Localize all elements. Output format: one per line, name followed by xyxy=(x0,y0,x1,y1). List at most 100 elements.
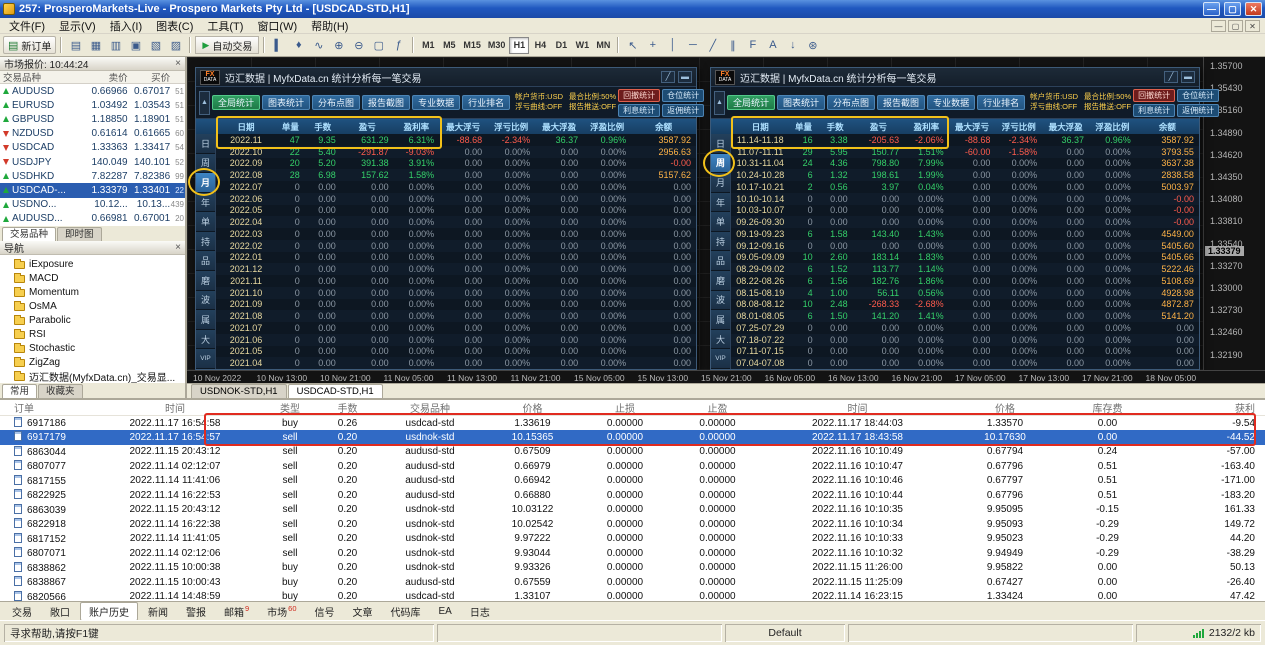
stat-side-tab-VIP[interactable]: VIP xyxy=(711,349,730,369)
stat-minimize-icon[interactable]: ▬ xyxy=(678,71,692,83)
navigator-item[interactable]: RSI xyxy=(0,327,185,341)
timeframe-d1[interactable]: D1 xyxy=(551,37,571,54)
channel-icon[interactable]: ∥ xyxy=(723,36,742,54)
stat-side-tab-日[interactable]: 日 xyxy=(196,134,215,154)
stat-button-1[interactable]: 仓位统计 xyxy=(662,88,705,102)
stat-row[interactable]: 09.26-09.30 0 0.00 0.00 0.00% 0.00 0.00% 0.00 0.… xyxy=(731,216,1199,228)
restore-button[interactable]: ▢ xyxy=(1224,2,1241,16)
stat-button-0[interactable]: 回撤统计 xyxy=(1133,88,1176,102)
stat-row[interactable]: 2021.04 0 0.00 0.00 0.00% 0.00 0.00% 0.00 0.00% 0… xyxy=(216,357,696,369)
terminal-tab-1[interactable]: 敞口 xyxy=(42,603,78,620)
stat-row[interactable]: 2021.08 0 0.00 0.00 0.00% 0.00 0.00% 0.00 0.00% 0… xyxy=(216,310,696,322)
stat-row[interactable]: 2022.05 0 0.00 0.00 0.00% 0.00 0.00% 0.00 0.00% 0… xyxy=(216,205,696,217)
stat-chart-icon[interactable]: ╱ xyxy=(1164,71,1178,83)
timeframe-m30[interactable]: M30 xyxy=(485,37,509,54)
stat-tab-1[interactable]: 图表统计 xyxy=(262,95,311,110)
terminal-tab-8[interactable]: 文章 xyxy=(345,603,381,620)
stat-row[interactable]: 07.11-07.15 0 0.00 0.00 0.00% 0.00 0.00% 0.00 0.… xyxy=(731,346,1199,358)
stat-row[interactable]: 10.24-10.28 6 1.32 198.61 1.99% 0.00 0.00% 0.00… xyxy=(731,169,1199,181)
text-label-icon[interactable]: A xyxy=(763,36,782,54)
history-row[interactable]: 6917179 2022.11.17 16:54:57 sell 0.20 usdnok… xyxy=(0,430,1265,445)
child-minimize-button[interactable]: — xyxy=(1211,19,1226,32)
terminal-tab-5[interactable]: 邮箱9 xyxy=(216,603,257,620)
stat-side-tab-日[interactable]: 日 xyxy=(711,134,730,154)
navigator-item[interactable]: iExposure xyxy=(0,257,185,271)
stat-side-tab-单[interactable]: 单 xyxy=(711,212,730,232)
market-watch-row[interactable]: AUDUSD... 0.66981 0.67001 20 xyxy=(0,212,185,226)
history-col-6[interactable]: 止损 xyxy=(580,400,670,416)
stat-button-0[interactable]: 回撤统计 xyxy=(618,88,661,102)
timeframe-m15[interactable]: M15 xyxy=(460,37,484,54)
terminal-tab-6[interactable]: 市场60 xyxy=(259,603,304,620)
market-watch-row[interactable]: USDCAD-... 1.33379 1.33401 22 xyxy=(0,183,185,198)
navigator-item[interactable]: 迈汇数据(MyfxData.cn)_交易显... xyxy=(0,369,185,383)
navigator-item[interactable]: Parabolic xyxy=(0,313,185,327)
zoom-in-icon[interactable]: ⊕ xyxy=(329,36,348,54)
arrows-icon[interactable]: ↓ xyxy=(783,36,802,54)
stat-side-tab-年[interactable]: 年 xyxy=(711,192,730,213)
history-col-3[interactable]: 手数 xyxy=(320,400,375,416)
stat-button-2[interactable]: 利息统计 xyxy=(618,103,661,117)
child-restore-button[interactable]: ▢ xyxy=(1228,19,1243,32)
stat-row[interactable]: 2022.10 22 5.40 -291.87 -9.03% 0.00 0.00% 0.00 0… xyxy=(216,145,696,158)
stat-button-3[interactable]: 返佣统计 xyxy=(662,103,705,117)
stat-side-tab-持[interactable]: 持 xyxy=(711,231,730,252)
stat-side-tab-周[interactable]: 周 xyxy=(196,153,215,174)
stat-row[interactable]: 2021.12 0 0.00 0.00 0.00% 0.00 0.00% 0.00 0.00% 0… xyxy=(216,263,696,275)
terminal-tab-2[interactable]: 账户历史 xyxy=(80,601,138,621)
stat-tab-4[interactable]: 专业数据 xyxy=(927,95,976,110)
stat-tab-5[interactable]: 行业排名 xyxy=(462,95,511,110)
stat-row[interactable]: 10.17-10.21 2 0.56 3.97 0.04% 0.00 0.00% 0.00 0.… xyxy=(731,181,1199,193)
terminal-tab-3[interactable]: 新闻 xyxy=(140,603,176,620)
stat-row[interactable]: 08.08-08.12 10 2.48 -268.33 -2.68% 0.00 0.00% 0… xyxy=(731,299,1199,311)
stat-tab-5[interactable]: 行业排名 xyxy=(977,95,1026,110)
stat-side-tab-属[interactable]: 属 xyxy=(196,310,215,330)
history-row[interactable]: 6917186 2022.11.17 16:54:58 buy 0.26 usdcad-… xyxy=(0,416,1265,431)
stat-side-tab-大[interactable]: 大 xyxy=(711,329,730,350)
history-col-0[interactable]: 订单 xyxy=(0,400,90,416)
stat-row[interactable]: 07.04-07.08 0 0.00 0.00 0.00% 0.00 0.00% 0.00 0.… xyxy=(731,357,1199,369)
child-close-button[interactable]: ✕ xyxy=(1245,19,1260,32)
stat-row[interactable]: 08.29-09.02 6 1.52 113.77 1.14% 0.00 0.00% 0.00… xyxy=(731,263,1199,275)
timeframe-h1[interactable]: H1 xyxy=(509,36,530,54)
history-col-7[interactable]: 止盈 xyxy=(670,400,765,416)
tab-scroll-up-icon[interactable]: ▲ xyxy=(714,90,725,115)
stat-tab-0[interactable]: 全局统计 xyxy=(212,95,261,110)
stat-side-tab-月[interactable]: 月 xyxy=(711,173,730,193)
history-col-2[interactable]: 类型 xyxy=(260,400,320,416)
stat-row[interactable]: 11.07-11.11 29 5.95 150.77 1.51% -60.00 -1.58%… xyxy=(731,145,1199,158)
chart-area[interactable]: 1.35700 1.35430 1.35160 1.34890 1.34620 1.343… xyxy=(187,57,1265,398)
navigator-item[interactable]: ZigZag xyxy=(0,355,185,369)
stat-row[interactable]: 2022.06 0 0.00 0.00 0.00% 0.00 0.00% 0.00 0.00% 0… xyxy=(216,192,696,205)
stat-tab-3[interactable]: 报告截图 xyxy=(362,95,411,110)
stat-side-tab-波[interactable]: 波 xyxy=(196,290,215,311)
stat-row[interactable]: 2021.07 0 0.00 0.00 0.00% 0.00 0.00% 0.00 0.00% 0… xyxy=(216,322,696,334)
market-watch-row[interactable]: USDNO... 10.12... 10.13... 439 xyxy=(0,198,185,212)
trendline-icon[interactable]: ╱ xyxy=(703,36,722,54)
terminal-tab-4[interactable]: 警报 xyxy=(178,603,214,620)
chart-tab-1[interactable]: USDCAD-STD,H1 xyxy=(287,384,383,398)
tile-windows-icon[interactable]: ▢ xyxy=(369,36,388,54)
stat-row[interactable]: 2022.03 0 0.00 0.00 0.00% 0.00 0.00% 0.00 0.00% 0… xyxy=(216,228,696,240)
market-watch-tab-0[interactable]: 交易品种 xyxy=(2,227,57,241)
stat-row[interactable]: 07.25-07.29 0 0.00 0.00 0.00% 0.00 0.00% 0.00 0.… xyxy=(731,322,1199,334)
fibonacci-icon[interactable]: F xyxy=(743,36,762,54)
terminal-tab-10[interactable]: EA xyxy=(431,605,460,618)
tab-scroll-up-icon[interactable]: ▲ xyxy=(199,90,210,115)
history-row[interactable]: 6807077 2022.11.14 02:12:07 sell 0.20 audusd… xyxy=(0,459,1265,474)
stat-row[interactable]: 08.22-08.26 6 1.56 182.76 1.86% 0.00 0.00% 0.00… xyxy=(731,275,1199,287)
stat-side-tab-大[interactable]: 大 xyxy=(196,329,215,350)
stat-button-2[interactable]: 利息统计 xyxy=(1133,103,1176,117)
stat-row[interactable]: 08.15-08.19 4 1.00 56.11 0.56% 0.00 0.00% 0.00 0… xyxy=(731,286,1199,299)
stat-tab-2[interactable]: 分布点图 xyxy=(312,95,361,110)
market-watch-icon[interactable]: ▦ xyxy=(86,36,105,54)
bar-chart-icon[interactable]: ▍ xyxy=(269,36,288,54)
history-row[interactable]: 6822918 2022.11.14 16:22:38 sell 0.20 usdnok… xyxy=(0,517,1265,532)
market-watch-tab-1[interactable]: 即时图 xyxy=(57,227,102,241)
market-watch-row[interactable]: USDHKD 7.82287 7.82386 99 xyxy=(0,169,185,183)
data-window-icon[interactable]: ▥ xyxy=(106,36,125,54)
history-col-10[interactable]: 库存费 xyxy=(1060,400,1155,416)
navigator-item[interactable]: OsMA xyxy=(0,299,185,313)
stat-button-3[interactable]: 返佣统计 xyxy=(1177,103,1220,117)
navigator-item[interactable]: Stochastic xyxy=(0,341,185,355)
